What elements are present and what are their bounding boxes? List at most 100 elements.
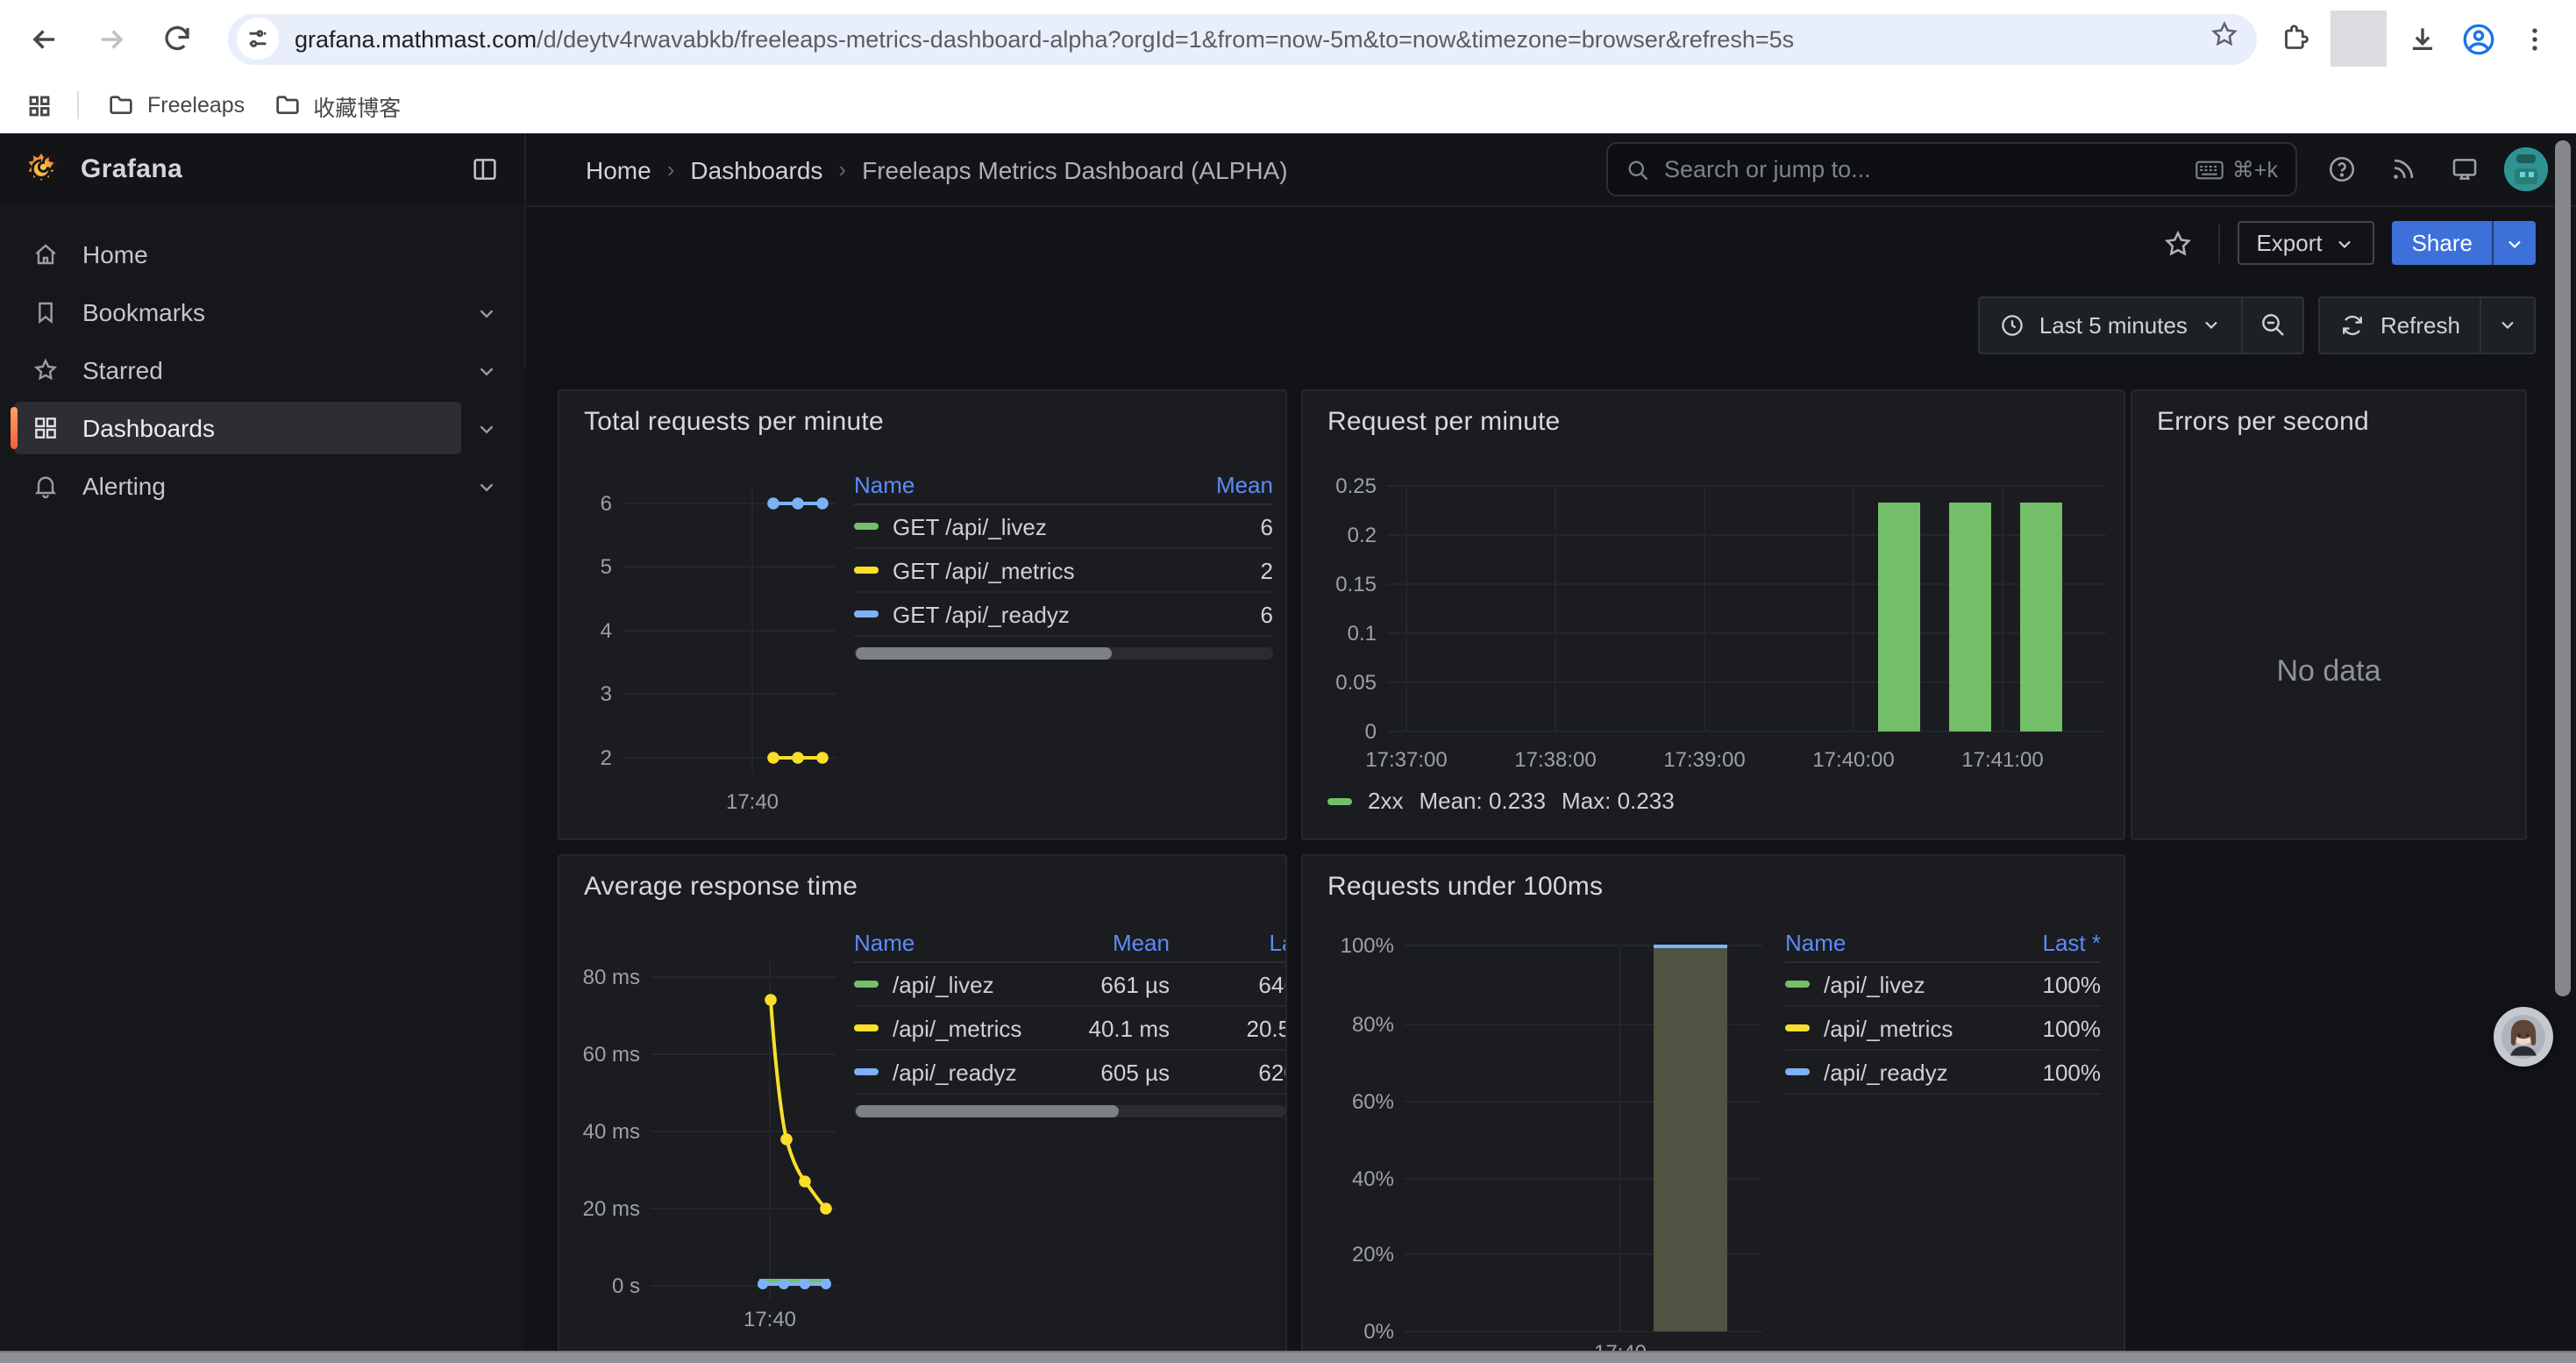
- scrollbar-thumb[interactable]: [856, 647, 1112, 660]
- legend-col-name[interactable]: Name: [854, 929, 1047, 955]
- legend-table: Name Mean Last * /api/_livez 661 µs 646 …: [854, 923, 1287, 1117]
- legend-col-mean[interactable]: Mean: [1185, 471, 1273, 497]
- profile-button[interactable]: [2450, 11, 2506, 67]
- svg-text:100%: 100%: [1341, 934, 1394, 958]
- panel-requests-under-100ms: Requests under 100ms 100% 80% 60% 40% 20…: [1301, 854, 2125, 1363]
- legend-col-last[interactable]: Last *: [2004, 929, 2101, 955]
- brand-name: Grafana: [81, 154, 182, 184]
- panel-title[interactable]: Errors per second: [2132, 391, 2525, 437]
- bar-chart[interactable]: 0.25 0.2 0.15 0.1 0.05 0 17:37:00 17:38:…: [1303, 391, 2125, 840]
- legend-row[interactable]: GET /api/_livez 6: [854, 505, 1273, 549]
- search-input[interactable]: Search or jump to... ⌘+k: [1606, 142, 2297, 196]
- floating-assistant-avatar[interactable]: [2494, 1007, 2553, 1067]
- sidebar-item-home[interactable]: Home: [14, 226, 510, 282]
- favorite-dashboard-button[interactable]: [2154, 220, 2200, 266]
- legend-scrollbar[interactable]: [854, 647, 1273, 660]
- browser-actions: [2267, 11, 2562, 67]
- svg-text:0.25: 0.25: [1335, 475, 1377, 498]
- legend[interactable]: 2xx Mean: 0.233 Max: 0.233: [1327, 788, 1675, 814]
- share-menu-button[interactable]: [2492, 221, 2536, 265]
- reload-icon: [161, 23, 193, 54]
- refresh-interval-button[interactable]: [2481, 297, 2534, 352]
- svg-text:5: 5: [601, 555, 612, 579]
- browser-reload-button[interactable]: [147, 9, 207, 68]
- refresh-button[interactable]: Refresh: [2321, 297, 2480, 352]
- user-avatar[interactable]: [2502, 146, 2548, 192]
- breadcrumb-home[interactable]: Home: [586, 155, 651, 183]
- dashboard-main: Export Share Last 5 minutes: [524, 205, 2576, 1363]
- legend-row[interactable]: GET /api/_metrics 2: [854, 549, 1273, 593]
- zoom-out-icon: [2259, 310, 2288, 339]
- chevron-down-icon[interactable]: [461, 301, 510, 324]
- legend-col-name[interactable]: Name: [854, 471, 1185, 497]
- legend-row[interactable]: /api/_readyz 605 µs 620 µs: [854, 1051, 1287, 1095]
- legend-row[interactable]: GET /api/_readyz 6: [854, 593, 1273, 637]
- legend-row[interactable]: /api/_metrics 100%: [1785, 1007, 2101, 1051]
- export-button[interactable]: Export: [2237, 221, 2374, 265]
- sidebar-item-alerting[interactable]: Alerting: [14, 458, 510, 514]
- tune-icon: [246, 26, 270, 51]
- browser-menu-button[interactable]: [2506, 11, 2562, 67]
- series-swatch-blue: [1785, 1068, 1810, 1075]
- bookmark-star-button[interactable]: [2210, 19, 2239, 58]
- help-icon: [2326, 154, 2356, 184]
- bookmark-folder-label: 收藏博客: [313, 89, 401, 122]
- grafana-header: Grafana Home › Dashboards › Freeleaps Me…: [0, 133, 2576, 207]
- legend-row[interactable]: /api/_livez 100%: [1785, 963, 2101, 1007]
- apps-grid-icon: [25, 92, 52, 118]
- address-bar[interactable]: grafana.mathmast.com/d/deytv4rwavabkb/fr…: [228, 13, 2257, 64]
- svg-text:40%: 40%: [1352, 1167, 1394, 1191]
- back-arrow-icon: [27, 22, 60, 55]
- monitor-icon: [2449, 154, 2479, 184]
- bookmarks-divider: [77, 91, 79, 119]
- legend-row[interactable]: /api/_metrics 40.1 ms 20.5 ms: [854, 1007, 1287, 1051]
- time-range-picker[interactable]: Last 5 minutes: [1980, 297, 2242, 352]
- site-settings-icon[interactable]: [237, 18, 279, 60]
- browser-forward-button[interactable]: [81, 9, 140, 68]
- svg-text:3: 3: [601, 682, 612, 706]
- sidebar-item-starred[interactable]: Starred: [14, 342, 510, 398]
- help-button[interactable]: [2318, 146, 2364, 192]
- horizontal-scrollbar[interactable]: [0, 1351, 2576, 1363]
- collapse-sidebar-button[interactable]: [470, 154, 500, 184]
- legend-row[interactable]: /api/_readyz 100%: [1785, 1051, 2101, 1095]
- kiosk-mode-button[interactable]: [2441, 146, 2487, 192]
- series-swatch-green: [1327, 797, 1352, 804]
- legend-col-name[interactable]: Name: [1785, 929, 2004, 955]
- breadcrumb-dashboards[interactable]: Dashboards: [690, 155, 822, 183]
- extensions-button[interactable]: [2267, 11, 2323, 67]
- bookmark-folder-freeleaps[interactable]: Freeleaps: [93, 84, 259, 126]
- vertical-scrollbar[interactable]: [2555, 140, 2571, 996]
- news-button[interactable]: [2380, 146, 2425, 192]
- sidebar-item-dashboards[interactable]: Dashboards: [14, 400, 510, 456]
- svg-text:0: 0: [1365, 720, 1377, 744]
- dashboard-actions: Export Share: [524, 205, 2576, 281]
- chevron-down-icon[interactable]: [461, 359, 510, 382]
- sidebar-item-bookmarks[interactable]: Bookmarks: [14, 284, 510, 340]
- bookmark-folder-blogs[interactable]: 收藏博客: [259, 82, 415, 129]
- series-swatch-yellow: [854, 567, 879, 574]
- legend-scrollbar[interactable]: [854, 1105, 1285, 1117]
- legend-mean: Mean: 0.233: [1419, 788, 1546, 814]
- legend-col-mean[interactable]: Mean: [1047, 929, 1170, 955]
- actions-divider: [2217, 224, 2219, 262]
- svg-text:4: 4: [601, 619, 612, 643]
- zoom-out-time-button[interactable]: [2244, 297, 2303, 352]
- legend-col-last[interactable]: Last *: [1170, 929, 1287, 955]
- grafana-app: Grafana Home › Dashboards › Freeleaps Me…: [0, 133, 2576, 1363]
- chevron-down-icon[interactable]: [461, 475, 510, 497]
- downloads-button[interactable]: [2394, 11, 2450, 67]
- scrollbar-thumb[interactable]: [856, 1105, 1119, 1117]
- no-data-message: No data: [2132, 654, 2525, 689]
- chevron-down-icon[interactable]: [461, 417, 510, 439]
- grafana-logo: [23, 151, 60, 188]
- series-swatch-yellow: [854, 1024, 879, 1031]
- legend-row[interactable]: /api/_livez 661 µs 646 µs: [854, 963, 1287, 1007]
- browser-back-button[interactable]: [14, 9, 74, 68]
- apps-grid-button[interactable]: [14, 81, 63, 130]
- svg-text:2: 2: [601, 746, 612, 770]
- header-right: Home › Dashboards › Freeleaps Metrics Da…: [526, 133, 2576, 205]
- star-icon: [2210, 19, 2239, 49]
- share-button[interactable]: Share: [2393, 221, 2536, 265]
- shortcut-label: ⌘+k: [2232, 156, 2278, 182]
